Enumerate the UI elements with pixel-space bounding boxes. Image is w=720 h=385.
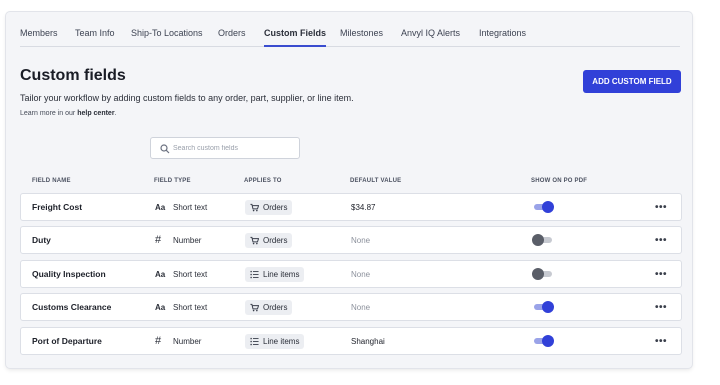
show-on-pdf-cell: [532, 328, 554, 354]
number-type-icon: #: [155, 335, 162, 347]
tab-orders[interactable]: Orders: [218, 28, 246, 38]
default-value: None: [351, 235, 371, 245]
applies-to-label: Orders: [263, 302, 288, 312]
field-type-label: Number: [173, 336, 202, 346]
field-name: Port of Departure: [32, 336, 102, 346]
settings-panel: Members Team Info Ship-To Locations Orde…: [6, 12, 692, 368]
field-type-label: Short text: [173, 302, 208, 312]
help-prefix: Learn more in our: [20, 110, 78, 117]
settings-tabs: Members Team Info Ship-To Locations Orde…: [20, 21, 680, 47]
tab-anvyl-iq-alerts[interactable]: Anvyl IQ Alerts: [401, 28, 460, 38]
applies-to: Orders: [245, 194, 293, 220]
tab-members[interactable]: Members: [20, 28, 58, 38]
list-icon: [250, 337, 259, 345]
header-field-name: FIELD NAME: [32, 178, 71, 184]
cart-icon: [250, 303, 259, 311]
show-on-pdf-toggle[interactable]: [532, 234, 554, 246]
default-value: Shanghai: [351, 336, 385, 346]
applies-to-badge: Orders: [245, 199, 293, 215]
default-value: None: [351, 302, 371, 312]
header-default-value: DEFAULT VALUE: [350, 178, 402, 184]
show-on-pdf-cell: [532, 227, 554, 253]
field-name: Quality Inspection: [32, 269, 106, 279]
show-on-pdf-cell: [532, 194, 554, 220]
show-on-pdf-cell: [532, 261, 554, 287]
toggle-knob: [542, 335, 554, 347]
field-type: # Number: [155, 227, 201, 253]
show-on-pdf-toggle[interactable]: [532, 335, 554, 347]
more-options-icon[interactable]: •••: [655, 294, 667, 320]
field-type: Aa Short text: [155, 294, 207, 320]
applies-to-label: Line items: [263, 269, 300, 279]
show-on-pdf-toggle[interactable]: [532, 201, 554, 213]
default-value: $34.87: [351, 202, 376, 212]
tab-milestones[interactable]: Milestones: [340, 28, 383, 38]
page-title: Custom fields: [20, 67, 126, 84]
applies-to-label: Line items: [263, 336, 300, 346]
show-on-pdf-cell: [532, 294, 554, 320]
cart-icon: [250, 203, 259, 211]
more-options-icon[interactable]: •••: [655, 194, 667, 220]
toggle-knob: [542, 201, 554, 213]
field-type: Aa Short text: [155, 261, 207, 287]
header-show-on-po-pdf: SHOW ON PO PDF: [531, 178, 588, 184]
table-row[interactable]: Quality Inspection Aa Short text Line items…: [20, 260, 682, 288]
tab-ship-to-locations[interactable]: Ship-To Locations: [131, 28, 203, 38]
field-name: Customs Clearance: [32, 302, 112, 312]
applies-to: Orders: [245, 294, 293, 320]
field-name: Freight Cost: [32, 202, 83, 212]
applies-to-badge: Line items: [245, 266, 305, 282]
tab-custom-fields[interactable]: Custom Fields: [264, 28, 327, 47]
search-icon: [160, 144, 170, 154]
number-type-icon: #: [155, 234, 162, 246]
applies-to-badge: Line items: [245, 333, 305, 349]
field-type-label: Short text: [173, 202, 208, 212]
text-type-icon: Aa: [155, 269, 166, 279]
header-field-type: FIELD TYPE: [154, 178, 191, 184]
applies-to: Line items: [245, 261, 305, 287]
show-on-pdf-toggle[interactable]: [532, 301, 554, 313]
field-name: Duty: [32, 235, 51, 245]
help-suffix: .: [114, 110, 117, 117]
table-row[interactable]: Duty # Number Orders None •••: [20, 226, 682, 254]
help-text: Learn more in our help center.: [20, 110, 117, 117]
add-custom-field-button[interactable]: ADD CUSTOM FIELD: [583, 70, 681, 93]
applies-to-badge: Orders: [245, 299, 293, 315]
more-options-icon[interactable]: •••: [655, 261, 667, 287]
text-type-icon: Aa: [155, 302, 166, 312]
field-type-label: Short text: [173, 269, 208, 279]
header-applies-to: APPLIES TO: [244, 178, 282, 184]
more-options-icon[interactable]: •••: [655, 328, 667, 354]
applies-to-label: Orders: [263, 235, 288, 245]
field-type: # Number: [155, 328, 201, 354]
search-input[interactable]: [173, 141, 295, 156]
table-row[interactable]: Customs Clearance Aa Short text Orders None •…: [20, 293, 682, 321]
toggle-knob: [532, 234, 544, 246]
default-value: None: [351, 269, 371, 279]
cart-icon: [250, 236, 259, 244]
applies-to: Orders: [245, 227, 293, 253]
table-row[interactable]: Port of Departure # Number Line items Shangh…: [20, 327, 682, 355]
tab-integrations[interactable]: Integrations: [479, 28, 526, 38]
show-on-pdf-toggle[interactable]: [532, 268, 554, 280]
page-subtitle: Tailor your workflow by adding custom fi…: [20, 93, 354, 103]
more-options-icon[interactable]: •••: [655, 227, 667, 253]
field-type-label: Number: [173, 235, 202, 245]
toggle-knob: [542, 301, 554, 313]
field-type: Aa Short text: [155, 194, 207, 220]
text-type-icon: Aa: [155, 202, 166, 212]
help-center-link[interactable]: help center: [77, 110, 114, 117]
applies-to: Line items: [245, 328, 305, 354]
applies-to-label: Orders: [263, 202, 288, 212]
toggle-knob: [532, 268, 544, 280]
table-row[interactable]: Freight Cost Aa Short text Orders $34.87 •••: [20, 193, 682, 221]
tab-team-info[interactable]: Team Info: [75, 28, 115, 38]
search-box[interactable]: [150, 137, 300, 159]
list-icon: [250, 270, 259, 278]
applies-to-badge: Orders: [245, 232, 293, 248]
